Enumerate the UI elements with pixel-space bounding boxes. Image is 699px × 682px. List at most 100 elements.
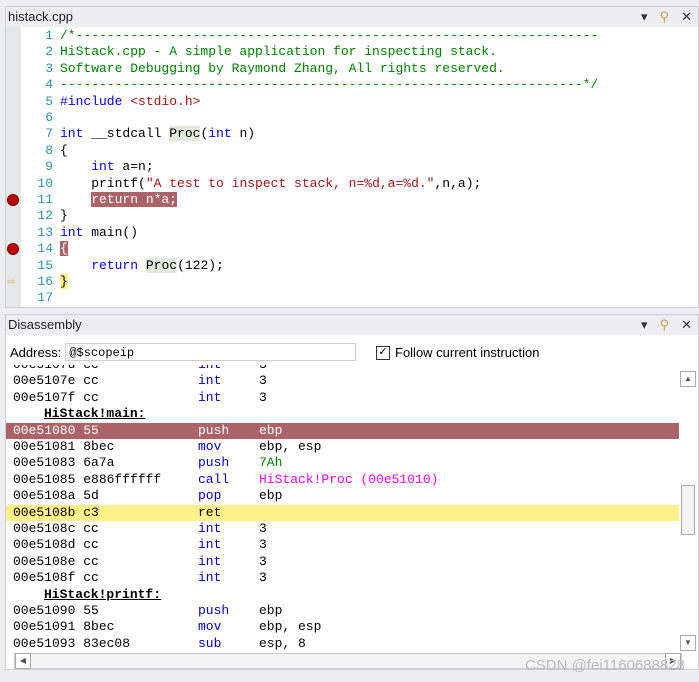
- instruction-operands: 3: [259, 389, 267, 405]
- instruction-row[interactable]: 00e51093 83ec08 sub esp, 8: [6, 636, 679, 651]
- instruction-address-bytes: 00e51080 55: [13, 422, 99, 438]
- instruction-operands: 3: [259, 365, 267, 373]
- code-line[interactable]: 7 int __stdcall Proc(int n): [6, 126, 698, 142]
- code-text: HiStack.cpp - A simple application for i…: [60, 44, 497, 60]
- pin-icon[interactable]: ⚲: [660, 315, 670, 335]
- line-number: 15: [37, 257, 53, 273]
- code-line[interactable]: 11 return n*a;: [6, 192, 698, 208]
- code-text: return Proc(122);: [60, 257, 224, 274]
- instruction-row[interactable]: 00e51081 8bec mov ebp, esp: [6, 439, 679, 455]
- symbol-name: HiStack!main:: [44, 406, 146, 422]
- instruction-address-bytes: 00e5108e cc: [13, 553, 99, 569]
- code-line[interactable]: 10 printf("A test to inspect stack, n=%d…: [6, 176, 698, 192]
- code-token: Proc: [145, 257, 178, 273]
- close-icon[interactable]: ✕: [681, 315, 692, 335]
- dropdown-icon[interactable]: ▾: [641, 7, 648, 27]
- instruction-operands: 3: [259, 553, 267, 569]
- instruction-address-bytes: 00e51091 8bec: [13, 619, 115, 635]
- code-line[interactable]: 4 ---------------------------------------…: [6, 77, 698, 93]
- code-line[interactable]: 8{: [6, 143, 698, 159]
- disassembly-window: Disassembly ▾ ⚲ ✕ Address: @$scopeip ✓ Fol…: [5, 314, 699, 670]
- code-token: int: [91, 159, 115, 175]
- scroll-thumb[interactable]: [681, 485, 695, 535]
- code-line[interactable]: ⇨ 16}: [6, 274, 698, 290]
- line-number: 17: [37, 290, 53, 306]
- code-text: }: [60, 208, 68, 224]
- code-text: printf("A test to inspect stack, n=%d,a=…: [60, 176, 481, 192]
- instruction-operands: ebp: [259, 603, 283, 618]
- code-line[interactable]: 9 int a=n;: [6, 159, 698, 175]
- line-number: 4: [45, 77, 53, 93]
- code-line[interactable]: 2 HiStack.cpp - A simple application for …: [6, 44, 698, 60]
- instruction-row[interactable]: 00e5107e cc int 3: [6, 373, 679, 389]
- breakpoint-icon[interactable]: [7, 243, 19, 256]
- follow-checkbox[interactable]: ✓ Follow current instruction: [376, 345, 540, 360]
- code-line[interactable]: 3 Software Debugging by Raymond Zhang, Al…: [6, 61, 698, 77]
- line-number: 5: [45, 93, 53, 109]
- instruction-row[interactable]: 00e5108c cc int 3: [6, 521, 679, 537]
- code-editor[interactable]: 1 /*-------------------------------------…: [6, 27, 698, 307]
- instruction-mnemonic: mov: [198, 619, 222, 635]
- symbol-name: HiStack!printf:: [44, 586, 162, 602]
- instruction-mnemonic: call: [198, 471, 230, 487]
- scroll-left-icon[interactable]: ◀: [15, 653, 31, 669]
- instruction-address-bytes: 00e5108c cc: [13, 521, 99, 536]
- instruction-row[interactable]: 00e5107d cc int 3: [6, 365, 679, 373]
- close-icon[interactable]: ✕: [681, 7, 692, 27]
- instruction-row[interactable]: 00e5108b c3 ret: [6, 504, 679, 521]
- instruction-row[interactable]: 00e51085 e886ffffff call HiStack!Proc (00e…: [6, 472, 679, 488]
- line-number: 10: [37, 175, 53, 191]
- instruction-row[interactable]: 00e51090 55 push ebp: [6, 603, 679, 619]
- disassembly-title-bar: Disassembly ▾ ⚲ ✕: [6, 315, 698, 335]
- line-number: 3: [45, 60, 53, 76]
- code-line[interactable]: 6: [6, 110, 698, 126]
- code-token: ,n,a);: [434, 175, 482, 191]
- instruction-mnemonic: push: [198, 455, 230, 471]
- symbol-label[interactable]: HiStack!main:: [6, 406, 679, 422]
- code-text: int main(): [60, 225, 138, 241]
- code-text: {: [60, 143, 68, 159]
- disassembly-listing[interactable]: 00e5107d ccint300e5107e ccint300e5107f c…: [6, 365, 679, 651]
- code-line[interactable]: 13 int main(): [6, 225, 698, 241]
- scroll-down-icon[interactable]: ▼: [680, 635, 696, 651]
- instruction-operands: 7Ah: [259, 455, 283, 471]
- code-token: ----------------------------------------…: [60, 77, 599, 93]
- instruction-row[interactable]: 00e5107f cc int 3: [6, 390, 679, 406]
- code-token: return: [91, 257, 139, 273]
- code-token: int: [208, 126, 232, 142]
- code-text: {: [60, 241, 68, 257]
- instruction-operands: HiStack!Proc (00e51010): [259, 471, 439, 487]
- instruction-row[interactable]: 00e5108a 5d pop ebp: [6, 488, 679, 504]
- line-number: 14: [37, 241, 53, 257]
- code-token: "A test to inspect stack, n=%d,a=%d.": [145, 175, 435, 191]
- instruction-row[interactable]: 00e5108f cc int 3: [6, 570, 679, 586]
- code-line[interactable]: 12}: [6, 208, 698, 224]
- vertical-scrollbar[interactable]: ▲ ▼: [680, 371, 696, 651]
- instruction-row[interactable]: 00e51083 6a7a push 7Ah: [6, 455, 679, 471]
- code-token: <stdio.h>: [130, 93, 201, 109]
- code-token: a=n;: [114, 159, 154, 175]
- instruction-row[interactable]: 00e51091 8bec mov ebp, esp: [6, 619, 679, 635]
- code-line[interactable]: 5 #include <stdio.h>: [6, 94, 698, 110]
- code-line[interactable]: 17: [6, 290, 698, 306]
- code-line[interactable]: 1 /*-------------------------------------…: [6, 28, 698, 44]
- instruction-mnemonic: int: [198, 553, 222, 569]
- checkbox-icon[interactable]: ✓: [376, 345, 390, 360]
- instruction-address-bytes: 00e51085 e886ffffff: [13, 471, 162, 487]
- breakpoint-icon[interactable]: [7, 194, 19, 206]
- address-input[interactable]: @$scopeip: [65, 343, 357, 361]
- instruction-row[interactable]: 00e51080 55 push ebp: [6, 422, 679, 439]
- instruction-row[interactable]: 00e5108e cc int 3: [6, 554, 679, 570]
- code-line[interactable]: 14 {: [6, 241, 698, 257]
- instruction-row[interactable]: 00e5108d cc int 3: [6, 537, 679, 553]
- pin-icon[interactable]: ⚲: [660, 7, 670, 27]
- code-token: (122);: [177, 257, 224, 273]
- code-token: printf(: [60, 175, 146, 191]
- dropdown-icon[interactable]: ▾: [641, 315, 648, 335]
- code-text: #include <stdio.h>: [60, 94, 200, 110]
- scroll-up-icon[interactable]: ▲: [680, 371, 696, 387]
- code-line[interactable]: 15 return Proc(122);: [6, 257, 698, 274]
- symbol-label[interactable]: HiStack!printf:: [6, 587, 679, 603]
